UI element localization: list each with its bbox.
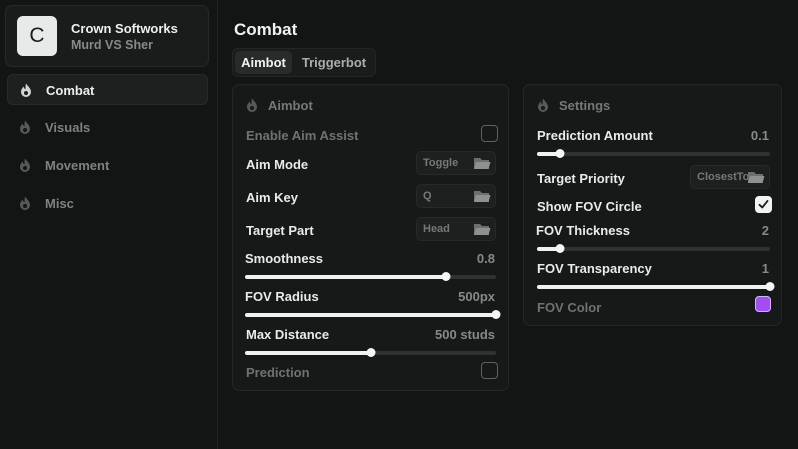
show-fov-circle-label: Show FOV Circle xyxy=(537,199,642,214)
aim-key-label: Aim Key xyxy=(246,190,299,205)
fov-radius-label: FOV Radius xyxy=(245,289,319,304)
page-title: Combat xyxy=(234,20,298,39)
dropdown-value: Q xyxy=(423,190,432,202)
prediction-checkbox[interactable] xyxy=(481,362,498,379)
target-part-label: Target Part xyxy=(246,223,314,238)
prediction-amount-label: Prediction Amount xyxy=(537,128,653,143)
dropdown-value: Head xyxy=(423,223,450,235)
slider-track xyxy=(537,152,770,156)
slider-track xyxy=(537,247,770,251)
fov-radius-value: 500px xyxy=(458,289,495,304)
sidebar: C Crown Softworks Murd VS Sher Combat Vi… xyxy=(0,0,217,449)
max-distance-slider[interactable] xyxy=(245,348,496,358)
folder-icon xyxy=(474,191,491,202)
aim-key-dropdown[interactable]: Q xyxy=(416,184,496,208)
sidebar-item-label: Movement xyxy=(45,158,110,173)
slider-knob[interactable] xyxy=(441,272,451,281)
fov-transparency-value: 1 xyxy=(761,261,769,276)
sidebar-item-movement[interactable]: Movement xyxy=(7,150,208,181)
prediction-label: Prediction xyxy=(246,365,310,380)
aimbot-panel: Aimbot Enable Aim Assist Aim Mode Toggle… xyxy=(232,84,509,391)
folder-icon xyxy=(748,172,765,183)
app-title: Crown Softworks xyxy=(71,21,178,36)
dropdown-value: ClosestTo xyxy=(697,171,750,183)
flame-icon xyxy=(20,120,30,134)
target-priority-dropdown[interactable]: ClosestTo xyxy=(690,165,770,189)
fov-transparency-label: FOV Transparency xyxy=(537,261,652,276)
sidebar-item-visuals[interactable]: Visuals xyxy=(7,112,208,143)
fov-transparency-slider[interactable] xyxy=(537,282,775,292)
sidebar-item-label: Combat xyxy=(46,83,95,98)
tab-bar: Aimbot Triggerbot xyxy=(232,48,376,77)
sidebar-item-label: Misc xyxy=(45,196,74,211)
enable-aim-assist-label: Enable Aim Assist xyxy=(246,128,359,143)
avatar: C xyxy=(17,16,57,56)
slider-fill xyxy=(245,351,371,355)
profile-card: C Crown Softworks Murd VS Sher xyxy=(5,5,209,67)
dropdown-value: Toggle xyxy=(423,157,459,169)
slider-knob[interactable] xyxy=(765,282,775,291)
slider-knob[interactable] xyxy=(491,310,501,319)
fov-thickness-value: 2 xyxy=(761,223,769,238)
aim-mode-dropdown[interactable]: Toggle xyxy=(416,151,496,175)
smoothness-slider[interactable] xyxy=(245,272,496,282)
settings-panel: Settings Prediction Amount 0.1 Target Pr… xyxy=(523,84,782,326)
sidebar-item-label: Visuals xyxy=(45,120,91,135)
smoothness-label: Smoothness xyxy=(245,251,324,266)
panel-title: Settings xyxy=(559,98,611,113)
slider-fill xyxy=(245,275,446,279)
prediction-amount-slider[interactable] xyxy=(537,149,770,159)
flame-icon xyxy=(20,196,30,210)
flame-icon xyxy=(247,98,257,112)
slider-fill xyxy=(537,285,770,289)
fov-radius-slider[interactable] xyxy=(245,310,501,320)
tab-triggerbot[interactable]: Triggerbot xyxy=(295,51,373,74)
flame-icon xyxy=(20,158,30,172)
max-distance-value: 500 studs xyxy=(435,327,495,342)
smoothness-value: 0.8 xyxy=(476,251,495,266)
aim-mode-label: Aim Mode xyxy=(246,157,309,172)
folder-icon xyxy=(474,158,491,169)
target-part-dropdown[interactable]: Head xyxy=(416,217,496,241)
prediction-amount-value: 0.1 xyxy=(750,128,769,143)
show-fov-circle-checkbox[interactable] xyxy=(755,196,772,213)
slider-knob[interactable] xyxy=(366,348,375,357)
sidebar-item-misc[interactable]: Misc xyxy=(7,188,208,219)
checkmark-icon xyxy=(758,200,769,209)
slider-fill xyxy=(245,313,496,317)
slider-knob[interactable] xyxy=(555,244,565,253)
fov-thickness-label: FOV Thickness xyxy=(536,223,630,238)
main-content: Combat Aimbot Triggerbot Aimbot Enable A… xyxy=(217,0,798,449)
target-priority-label: Target Priority xyxy=(537,171,625,186)
flame-icon xyxy=(21,83,31,97)
enable-aim-assist-checkbox[interactable] xyxy=(481,125,498,142)
fov-thickness-slider[interactable] xyxy=(537,244,770,254)
slider-knob[interactable] xyxy=(555,149,565,158)
max-distance-label: Max Distance xyxy=(246,327,330,342)
panel-title: Aimbot xyxy=(268,98,313,113)
fov-color-swatch[interactable] xyxy=(755,296,771,312)
flame-icon xyxy=(538,98,548,112)
fov-color-label: FOV Color xyxy=(537,300,602,315)
folder-icon xyxy=(474,224,491,235)
tab-aimbot[interactable]: Aimbot xyxy=(235,51,292,74)
sidebar-item-combat[interactable]: Combat xyxy=(7,74,208,105)
app-subtitle: Murd VS Sher xyxy=(71,38,153,52)
